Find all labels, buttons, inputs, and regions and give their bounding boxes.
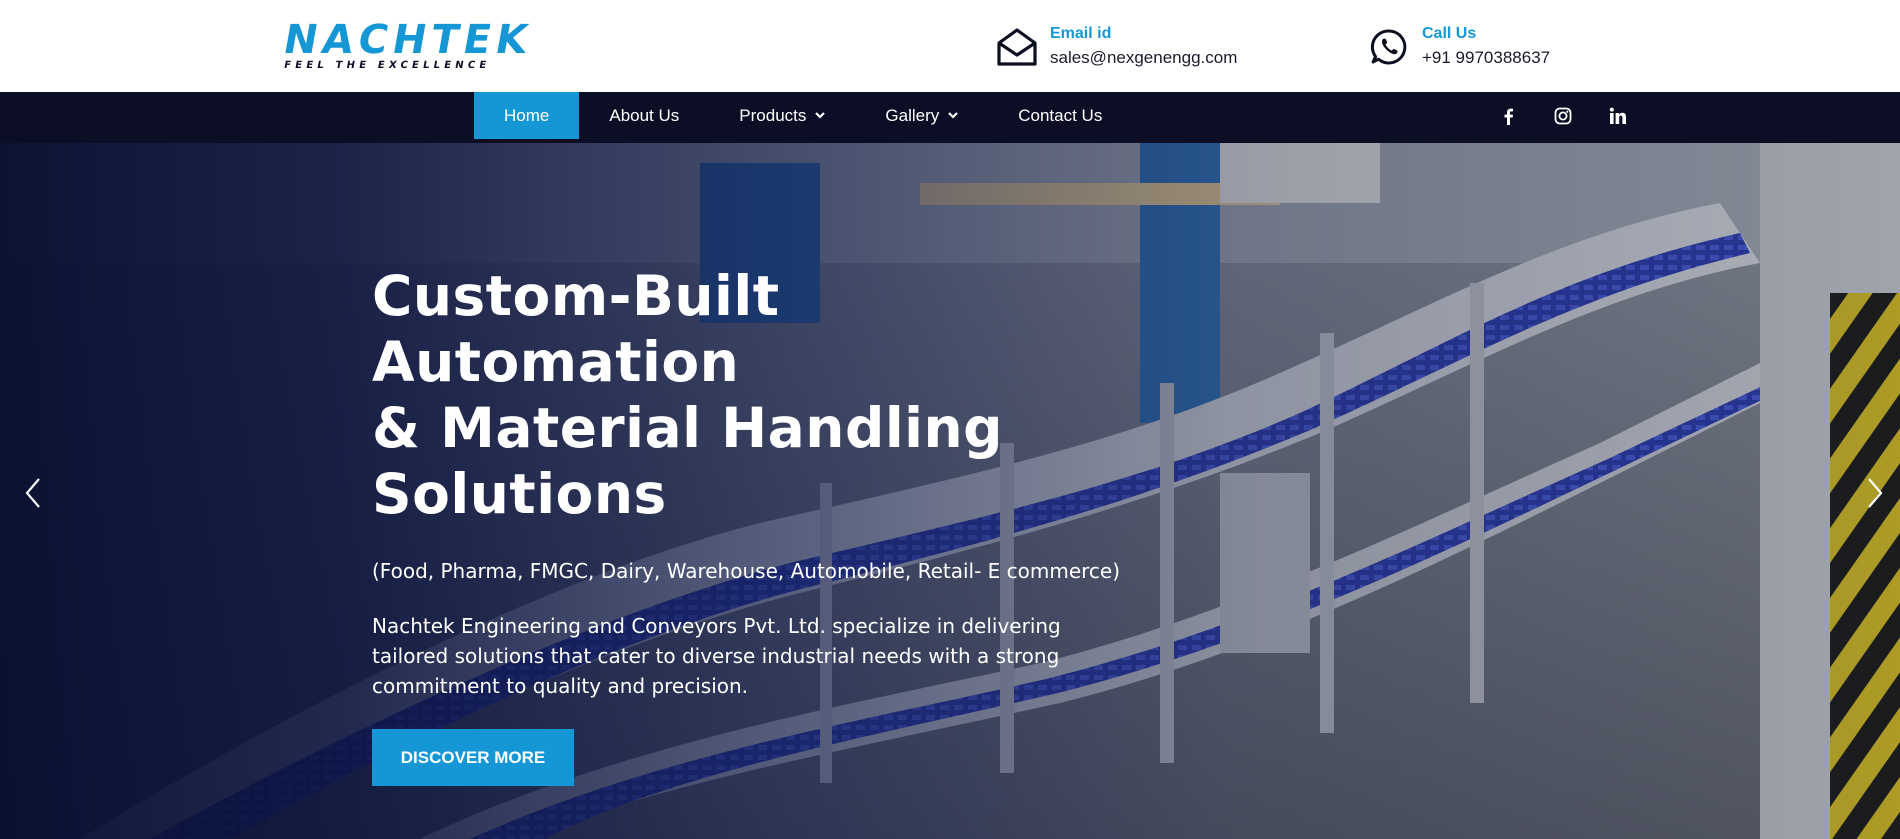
hero-title: Custom-Built Automation & Material Handl… [372,263,1132,527]
hero-content: Custom-Built Automation & Material Handl… [372,263,1132,786]
slider-next-arrow[interactable] [1860,473,1890,513]
email-address[interactable]: sales@nexgenengg.com [1050,45,1237,71]
nav-item-label: Contact Us [1018,105,1103,125]
nav-item-home[interactable]: Home [474,92,580,139]
hero-description: Nachtek Engineering and Conveyors Pvt. L… [372,614,1061,698]
hero-title-line: & Material Handling [372,396,1004,460]
nav-item-about-us[interactable]: About Us [579,92,709,139]
nav-item-gallery[interactable]: Gallery [855,92,988,139]
phone-number[interactable]: +91 9970388637 [1422,45,1550,71]
chevron-down-icon [948,112,959,119]
main-navbar: Home About Us Products Gallery Contact U… [0,92,1900,143]
nav-item-label: About Us [609,105,680,125]
phone-contact[interactable]: Call Us +91 9970388637 [1366,20,1550,74]
nav-item-label: Home [504,105,550,125]
discover-more-button[interactable]: DISCOVER MORE [372,729,574,786]
hero-title-line: Solutions [372,462,667,526]
nav-menu: Home About Us Products Gallery Contact U… [474,92,1132,139]
top-header: NACHTEK FEEL THE EXCELLENCE Email id sal… [0,0,1900,92]
linkedin-icon[interactable] [1604,102,1632,130]
nav-item-products[interactable]: Products [709,92,855,139]
nav-item-label: Gallery [885,105,940,125]
chevron-down-icon [815,112,826,119]
phone-label: Call Us [1422,25,1477,42]
hero-industries: (Food, Pharma, FMGC, Dairy, Warehouse, A… [372,559,1121,583]
hero-title-line: Custom-Built Automation [372,264,780,394]
social-links [1494,102,1659,130]
logo-tagline: FEEL THE EXCELLENCE [283,60,492,71]
facebook-icon[interactable] [1494,102,1522,130]
nav-item-contact-us[interactable]: Contact Us [988,92,1132,139]
whatsapp-icon [1366,24,1412,70]
email-contact[interactable]: Email id sales@nexgenengg.com [994,20,1237,74]
email-label: Email id [1050,25,1112,42]
nav-item-label: Products [739,105,807,125]
hero-slider: Custom-Built Automation & Material Handl… [0,143,1900,839]
brand-logo[interactable]: NACHTEK FEEL THE EXCELLENCE [280,17,578,71]
slider-prev-arrow[interactable] [18,473,48,513]
instagram-icon[interactable] [1549,102,1577,130]
logo-wordmark: NACHTEK [279,17,536,63]
envelope-icon [994,24,1040,70]
